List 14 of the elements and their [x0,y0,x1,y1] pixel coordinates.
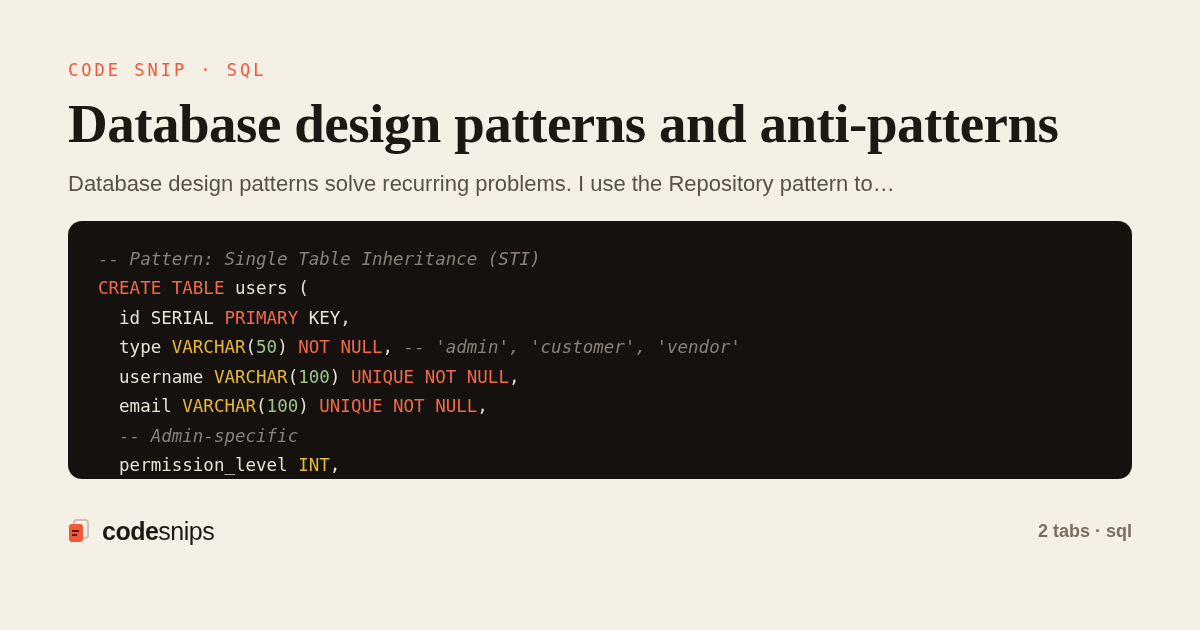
code-line: permission_level INT, [118,454,341,477]
brand-name: codesnips [102,516,215,546]
code-line: -- Admin-specific [118,424,299,448]
snippet-meta: 2 tabs · sql [1037,520,1132,542]
summary-text: Database design patterns solve recurring problems. I use the Repository pattern to… [68,170,895,197]
code-line: type VARCHAR(50) NOT NULL, -- 'admin', 'customer', 'vendor' [118,336,741,359]
category-label: CODE SNIP · SQL [68,60,267,80]
page-title: Database design patterns and anti-patterns [68,94,1059,155]
code-line: CREATE TABLE users ( [98,277,309,300]
code-line: id SERIAL PRIMARY KEY, [118,306,351,330]
code-line: email VARCHAR(100) UNIQUE NOT NULL, [118,395,488,418]
code-line: -- Pattern: Single Table Inheritance (STI) [98,247,541,271]
code-line: username VARCHAR(100) UNIQUE NOT NULL, [118,365,520,389]
logo-icon [68,519,90,543]
